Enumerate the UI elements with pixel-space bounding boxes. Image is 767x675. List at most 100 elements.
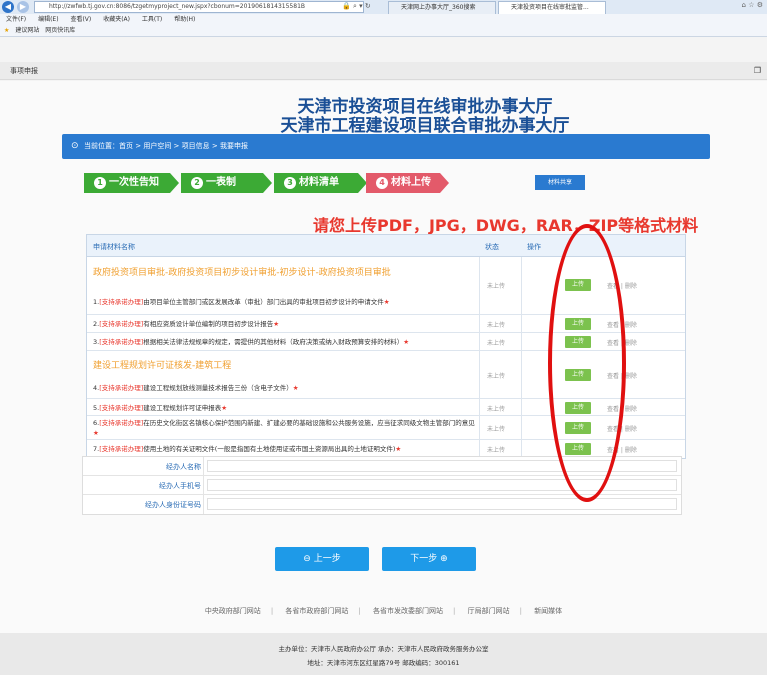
favorite-link-1[interactable]: 建议网站 xyxy=(15,27,39,34)
view-delete-links[interactable]: 查看 | 删除 xyxy=(607,404,637,413)
agent-phone-row: 经办人手机号 xyxy=(83,476,681,495)
step-number-2: 2 xyxy=(191,177,203,189)
header-action: 操作 xyxy=(527,243,541,251)
menu-edit[interactable]: 编辑(E) xyxy=(38,16,58,23)
window-controls[interactable]: ⌂ ☆ ⚙ xyxy=(742,1,763,9)
view-delete-links[interactable]: 查看 | 删除 xyxy=(607,445,637,454)
material-text: 5.[支持承诺办理]建设工程规划许可证申报表★ xyxy=(93,404,228,412)
step-number-1: 1 xyxy=(94,177,106,189)
menu-view[interactable]: 查看(V) xyxy=(70,16,91,23)
status-text: 未上传 xyxy=(487,340,506,347)
favorites-bar: ★ 建议网站 网页快讯库 xyxy=(0,25,767,37)
browser-toolbar: ◀ ▶ http://zwfwb.tj.gov.cn:8086/tzgetmyp… xyxy=(0,0,767,14)
tab-current[interactable]: 天津投资项目在线审批监管... xyxy=(498,1,606,14)
status-text: 未上传 xyxy=(487,426,506,433)
back-icon[interactable]: ◀ xyxy=(2,1,14,13)
restore-icon[interactable]: ❐ xyxy=(754,62,761,80)
favorites-star-icon[interactable]: ★ xyxy=(4,27,9,34)
view-delete-links[interactable]: 查看 | 删除 xyxy=(607,320,637,329)
forward-icon[interactable]: ▶ xyxy=(17,1,29,13)
status-text: 未上传 xyxy=(487,447,506,454)
breadcrumb-text[interactable]: 当前位置：首页 > 用户空间 > 项目信息 > 我要申报 xyxy=(84,142,248,150)
previous-step-button[interactable]: ⊖ 上一步 xyxy=(275,547,369,571)
view-delete-links[interactable]: 查看 | 删除 xyxy=(607,424,637,433)
site-title-line2: 天津市工程建设项目联合审批办事大厅 xyxy=(280,116,570,136)
favorite-link-2[interactable]: 网页快讯库 xyxy=(45,27,75,34)
agent-id-row: 经办人身份证号码 xyxy=(83,495,681,514)
upload-button[interactable]: 上传 xyxy=(565,336,591,348)
material-text: 4.[支持承诺办理]建设工程规划放线测量技术报告三份（含电子文件）★ xyxy=(93,384,299,392)
step-3[interactable]: 3 材料清单 xyxy=(274,173,358,193)
status-text: 未上传 xyxy=(487,283,506,290)
agent-name-field[interactable] xyxy=(207,460,677,472)
material-text: 3.[支持承诺办理]根据相关法律法规规章的规定，需提供的其他材料（政府决策或纳入… xyxy=(93,338,410,346)
menu-bar: 文件(F) 编辑(E) 查看(V) 收藏夹(A) 工具(T) 帮助(H) xyxy=(0,14,767,25)
group-title-initial-design: 政府投资项目审批-政府投资项目初步设计审批-初步设计-政府投资项目审批 xyxy=(93,268,391,278)
table-row: 2.[支持承诺办理]有相应资质设计单位编制的项目初步设计报告★ 未上传 上传 查… xyxy=(87,315,685,333)
view-delete-links[interactable]: 查看 | 删除 xyxy=(607,281,637,290)
footer-link-bureaus[interactable]: 厅局部门网站 xyxy=(468,607,510,615)
header-status: 状态 xyxy=(485,243,499,251)
page-header: 事项申报 ❐ xyxy=(0,62,767,80)
table-row: 5.[支持承诺办理]建设工程规划许可证申报表★ 未上传 上传 查看 | 删除 xyxy=(87,399,685,416)
step-arrow-1 xyxy=(170,173,179,193)
menu-help[interactable]: 帮助(H) xyxy=(174,16,195,23)
step-arrow-2 xyxy=(263,173,272,193)
agent-phone-field[interactable] xyxy=(207,479,677,491)
status-text: 未上传 xyxy=(487,322,506,329)
agent-name-row: 经办人名称 xyxy=(83,457,681,476)
step-arrow-4 xyxy=(440,173,449,193)
upload-button[interactable]: 上传 xyxy=(565,318,591,330)
footer-address: 地址：天津市河东区红星路79号 邮政编码：300161 xyxy=(307,659,460,667)
upload-button[interactable]: 上传 xyxy=(565,422,591,434)
status-text: 未上传 xyxy=(487,373,506,380)
menu-favorites[interactable]: 收藏夹(A) xyxy=(103,16,130,23)
footer-link-ndrc[interactable]: 各省市发改委部门网站 xyxy=(373,607,443,615)
step-label-4: 材料上传 xyxy=(391,177,431,188)
footer-links: 中央政府部门网站 | 各省市政府部门网站 | 各省市发改委部门网站 | 厅局部门网站 |… xyxy=(204,607,563,615)
step-1[interactable]: 1 一次性告知 xyxy=(84,173,170,193)
footer-link-media[interactable]: 新闻媒体 xyxy=(534,607,562,615)
group-title-planning-permit: 建设工程规划许可证核发-建筑工程 xyxy=(93,361,232,371)
upload-button[interactable]: 上传 xyxy=(565,443,591,455)
breadcrumb: ⊙ 当前位置：首页 > 用户空间 > 项目信息 > 我要申报 xyxy=(62,134,710,159)
step-number-4: 4 xyxy=(376,177,388,189)
step-2[interactable]: 2 一表制 xyxy=(181,173,263,193)
menu-tools[interactable]: 工具(T) xyxy=(142,16,162,23)
step-label-1: 一次性告知 xyxy=(109,177,159,188)
view-delete-links[interactable]: 查看 | 删除 xyxy=(607,371,637,380)
footer: 主办单位：天津市人民政府办公厅 承办：天津市人民政府政务服务办公室 地址：天津市… xyxy=(0,633,767,675)
footer-link-provincial[interactable]: 各省市政府部门网站 xyxy=(285,607,348,615)
next-step-label: 下一步 xyxy=(410,554,438,564)
agent-id-label: 经办人身份证号码 xyxy=(145,501,201,509)
table-header: 申请材料名称 状态 操作 xyxy=(87,235,685,257)
material-text: 6.[支持承诺办理]在历史文化街区名镇核心保护范围内新建、扩建必要的基础设施和公… xyxy=(93,419,475,437)
tab-search[interactable]: 天津网上办事大厅_360搜索 xyxy=(388,1,496,14)
header-material-name: 申请材料名称 xyxy=(93,243,135,251)
material-text: 2.[支持承诺办理]有相应资质设计单位编制的项目初步设计报告★ xyxy=(93,320,280,328)
footer-link-central[interactable]: 中央政府部门网站 xyxy=(205,607,261,615)
next-step-button[interactable]: 下一步 ⊕ xyxy=(382,547,476,571)
previous-arrow-icon: ⊖ xyxy=(303,554,311,564)
step-label-2: 一表制 xyxy=(206,177,236,188)
step-label-3: 材料清单 xyxy=(299,177,339,188)
agent-id-field[interactable] xyxy=(207,498,677,510)
address-bar[interactable]: http://zwfwb.tj.gov.cn:8086/tzgetmyproje… xyxy=(34,1,364,13)
materials-table: 申请材料名称 状态 操作 政府投资项目审批-政府投资项目初步设计审批-初步设计-… xyxy=(86,234,686,459)
table-row: 6.[支持承诺办理]在历史文化街区名镇核心保护范围内新建、扩建必要的基础设施和公… xyxy=(87,416,685,440)
address-bar-icons[interactable]: 🔒 ⌕ ▾ ↻ xyxy=(342,2,371,11)
agent-name-label: 经办人名称 xyxy=(166,463,201,471)
material-text: 7.[支持承诺办理]使用土地的有关证明文件(一般是指国有土地使用证或市国土资源局… xyxy=(93,445,402,453)
upload-button[interactable]: 上传 xyxy=(565,369,591,381)
material-share-button[interactable]: 材料共享 xyxy=(535,175,585,190)
footer-sponsor: 主办单位：天津市人民政府办公厅 承办：天津市人民政府政务服务办公室 xyxy=(278,645,489,653)
view-delete-links[interactable]: 查看 | 删除 xyxy=(607,338,637,347)
step-4[interactable]: 4 材料上传 xyxy=(366,173,440,193)
upload-button[interactable]: 上传 xyxy=(565,402,591,414)
previous-step-label: 上一步 xyxy=(313,554,341,564)
material-text: 1.[支持承诺办理]由项目单位主管部门或区发展改革（审批）部门出具的审批项目初步… xyxy=(93,298,390,306)
menu-file[interactable]: 文件(F) xyxy=(6,16,26,23)
next-arrow-icon: ⊕ xyxy=(440,554,448,564)
page-header-title: 事项申报 xyxy=(10,67,38,75)
upload-button[interactable]: 上传 xyxy=(565,279,591,291)
